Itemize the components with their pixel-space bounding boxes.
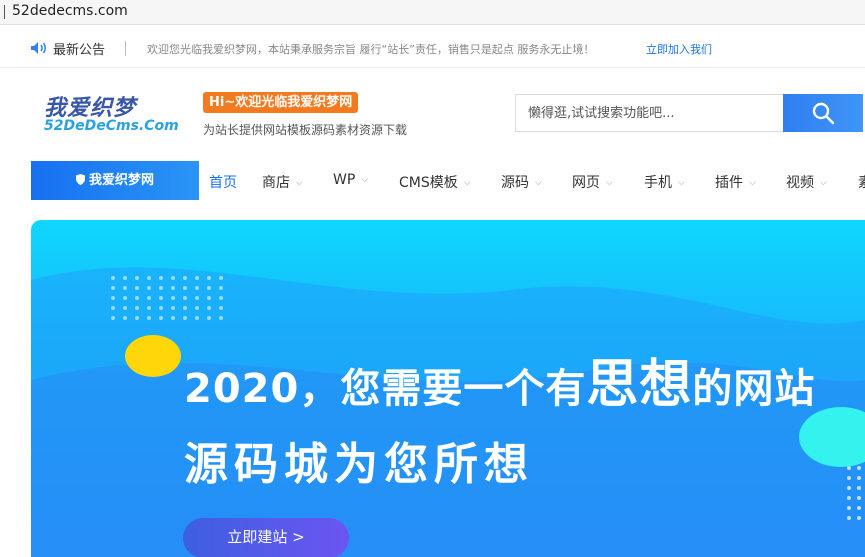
chevron-down-icon: ⌵ <box>749 178 756 188</box>
chevron-down-icon: ⌵ <box>678 178 685 188</box>
chevron-down-icon: ⌵ <box>463 178 471 188</box>
nav-item-material[interactable]: 素 <box>858 172 865 192</box>
build-site-button[interactable]: 立即建站 > <box>183 518 349 557</box>
nav-item-web[interactable]: 网页 ⌵ <box>572 172 613 192</box>
nav-item-plugins[interactable]: 插件 ⌵ <box>715 172 756 192</box>
nav-item-cms[interactable]: CMS模板 ⌵ <box>399 172 471 192</box>
notice-bar: 最新公告 欢迎您光临我爱织梦网，本站秉承服务宗旨 履行“站长”责任，销售只是起点… <box>0 25 865 68</box>
divider <box>125 41 126 56</box>
search-input[interactable] <box>515 94 785 132</box>
nav-item-mobile[interactable]: 手机 ⌵ <box>644 172 685 192</box>
notice-message: 欢迎您光临我爱织梦网，本站秉承服务宗旨 履行“站长”责任，销售只是起点 服务永无… <box>147 43 595 56</box>
nav-item-source[interactable]: 源码 ⌵ <box>501 172 542 192</box>
chevron-down-icon: ⌵ <box>820 178 827 188</box>
chevron-down-icon: ⌵ <box>296 178 303 188</box>
welcome-badge: Hi~欢迎光临我爱织梦网 <box>203 92 359 113</box>
chevron-down-icon: ⌵ <box>361 175 369 185</box>
banner-headline: 2020，您需要一个有思想的网站 <box>184 355 816 415</box>
logo-domain: 52DeDeCms.Com <box>44 118 179 134</box>
speaker-icon <box>31 42 46 54</box>
site-tagline: 为站长提供网站模板源码素材资源下载 <box>203 123 408 137</box>
main-nav: 我爱织梦网 首页 商店 ⌵ WP ⌵ CMS模板 ⌵ 源码 ⌵ 网页 ⌵ 手机 ⌵ 插件 ⌵ … <box>0 161 865 201</box>
chevron-down-icon: ⌵ <box>535 178 542 188</box>
chevron-down-icon: ⌵ <box>606 178 613 188</box>
browser-address-bar[interactable]: 52dedecms.com <box>0 0 865 25</box>
nav-brand-label: 我爱织梦网 <box>88 173 154 188</box>
search-box <box>515 94 863 132</box>
notice-title: 最新公告 <box>53 43 106 58</box>
nav-brand-button[interactable]: 我爱织梦网 <box>31 161 199 200</box>
site-logo[interactable]: 我爱织梦 52DeDeCms.Com <box>44 90 184 138</box>
join-us-link[interactable]: 立即加入我们 <box>646 41 712 57</box>
nav-item-wp[interactable]: WP ⌵ <box>333 172 368 188</box>
hero-banner[interactable]: 2020，您需要一个有思想的网站 源码城为您所想 立即建站 > <box>31 220 865 557</box>
nav-item-video[interactable]: 视频 ⌵ <box>786 172 827 192</box>
url-text[interactable]: 52dedecms.com <box>12 3 128 19</box>
nav-item-home[interactable]: 首页 <box>209 172 237 192</box>
nav-item-store[interactable]: 商店 ⌵ <box>262 172 303 192</box>
search-icon <box>812 102 835 125</box>
banner-subline: 源码城为您所想 <box>184 439 534 490</box>
shield-icon <box>75 174 85 185</box>
search-button[interactable] <box>783 94 863 132</box>
text-caret <box>4 5 5 19</box>
